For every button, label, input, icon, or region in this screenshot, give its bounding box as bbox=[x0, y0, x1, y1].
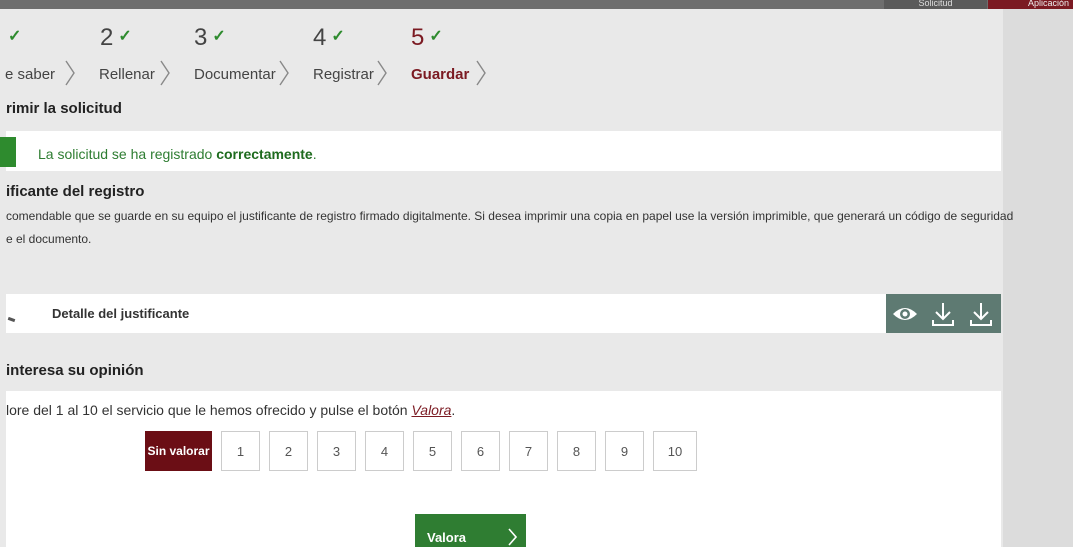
rating-prompt: lore del 1 al 10 el servicio que le hemo… bbox=[6, 402, 456, 418]
chevron-right-icon bbox=[65, 60, 75, 86]
rating-option-3[interactable]: 3 bbox=[317, 431, 356, 471]
check-icon: ✓ bbox=[331, 28, 346, 45]
step-4-number: 4 ✓ bbox=[313, 24, 346, 51]
rating-option-9[interactable]: 9 bbox=[605, 431, 644, 471]
valora-button[interactable]: Valora bbox=[415, 514, 526, 547]
check-icon: ✓ bbox=[212, 28, 227, 45]
top-bar: Solicitud Aplicación bbox=[0, 0, 1073, 9]
valora-link[interactable]: Valora bbox=[411, 402, 451, 418]
check-icon: ✓ bbox=[8, 28, 23, 45]
rating-option-10[interactable]: 10 bbox=[653, 431, 697, 471]
chevron-right-icon bbox=[508, 528, 517, 546]
step-4-label[interactable]: Registrar bbox=[313, 66, 374, 83]
aplicacion-button[interactable]: Aplicación bbox=[988, 0, 1073, 9]
solicitud-button[interactable]: Solicitud bbox=[884, 0, 987, 9]
right-gutter bbox=[1003, 9, 1073, 547]
rating-option-8[interactable]: 8 bbox=[557, 431, 596, 471]
check-icon: ✓ bbox=[118, 28, 133, 45]
step-1-label[interactable]: e saber bbox=[5, 66, 55, 83]
print-section-title: rimir la solicitud bbox=[6, 100, 122, 117]
opinion-section-title: interesa su opinión bbox=[6, 362, 144, 379]
download-icon[interactable] bbox=[924, 294, 962, 333]
step-3-number: 3 ✓ bbox=[194, 24, 227, 51]
step-5-label[interactable]: Guardar bbox=[411, 66, 469, 83]
step-2-number: 2 ✓ bbox=[100, 24, 133, 51]
receipt-description-line1: comendable que se guarde en su equipo el… bbox=[6, 209, 1014, 223]
rating-option-1[interactable]: 1 bbox=[221, 431, 260, 471]
step-5-number: 5 ✓ bbox=[411, 24, 444, 51]
chevron-right-icon bbox=[476, 60, 486, 86]
success-icon bbox=[0, 137, 16, 167]
step-2-label[interactable]: Rellenar bbox=[99, 66, 155, 83]
success-message: La solicitud se ha registrado correctame… bbox=[38, 146, 317, 162]
download-icon[interactable] bbox=[962, 294, 1000, 333]
rating-option-2[interactable]: 2 bbox=[269, 431, 308, 471]
step-3-label[interactable]: Documentar bbox=[194, 66, 276, 83]
receipt-actions bbox=[886, 294, 1001, 333]
rating-option-6[interactable]: 6 bbox=[461, 431, 500, 471]
chevron-right-icon bbox=[279, 60, 289, 86]
receipt-section-title: ificante del registro bbox=[6, 183, 145, 200]
receipt-detail-label: Detalle del justificante bbox=[52, 306, 190, 321]
receipt-description-line2: e el documento. bbox=[6, 232, 92, 246]
chevron-right-icon bbox=[160, 60, 170, 86]
rating-option-none[interactable]: Sin valorar bbox=[145, 431, 212, 471]
step-1-number: ✓ bbox=[4, 24, 22, 52]
valora-button-label: Valora bbox=[427, 530, 467, 545]
eye-icon[interactable] bbox=[886, 294, 924, 333]
rating-option-5[interactable]: 5 bbox=[413, 431, 452, 471]
check-icon: ✓ bbox=[429, 28, 444, 45]
chevron-right-icon bbox=[377, 60, 387, 86]
rating-option-7[interactable]: 7 bbox=[509, 431, 548, 471]
rating-option-4[interactable]: 4 bbox=[365, 431, 404, 471]
